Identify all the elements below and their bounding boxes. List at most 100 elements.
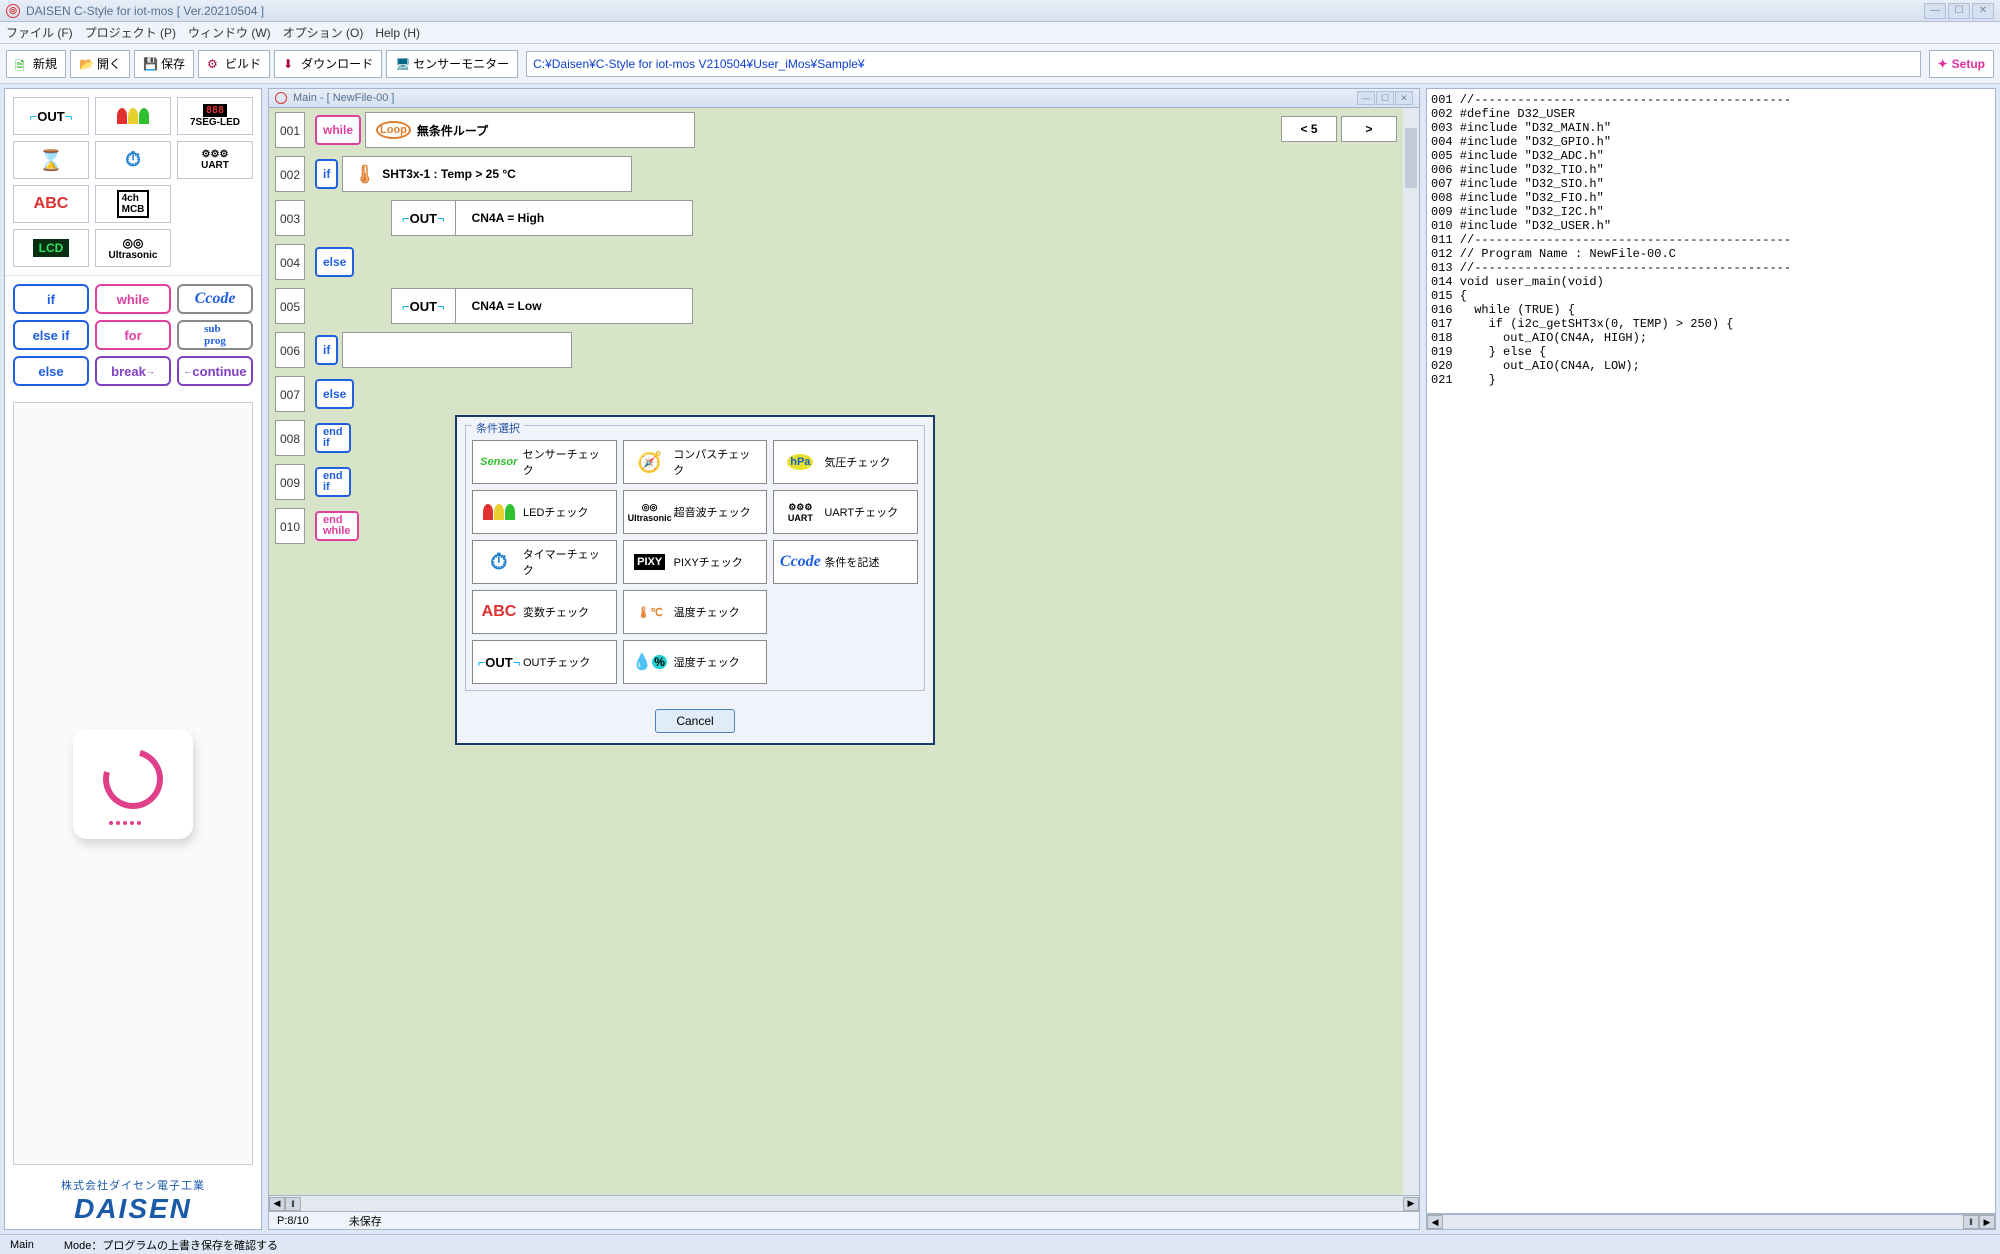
maximize-button[interactable]: ☐ xyxy=(1948,3,1970,19)
ctrl-break[interactable]: break→ xyxy=(95,356,171,386)
menu-window[interactable]: ウィンドウ (W) xyxy=(188,24,271,41)
palette-led[interactable] xyxy=(95,97,171,135)
path-field[interactable]: C:¥Daisen¥C-Style for iot-mos V210504¥Us… xyxy=(526,51,1921,77)
hscroll-step[interactable]: ‖ xyxy=(285,1197,301,1211)
seg7-icon: 888 xyxy=(203,104,227,117)
block-if[interactable]: if xyxy=(315,159,338,189)
dlg-ccode[interactable]: Ccode条件を記述 xyxy=(773,540,918,584)
nav-back[interactable]: < 5 xyxy=(1281,116,1337,142)
led-icon xyxy=(479,496,519,528)
build-button[interactable]: ⚙ビルド xyxy=(198,50,270,78)
dlg-temp[interactable]: 🌡℃温度チェック xyxy=(623,590,768,634)
block-endwhile[interactable]: end while xyxy=(315,511,359,541)
stopwatch-icon: ⏱ xyxy=(125,149,141,172)
ultrasonic-icon: ◎◎ xyxy=(123,236,144,250)
palette-hourglass[interactable]: ⌛ xyxy=(13,141,89,179)
dlg-sensor[interactable]: Sensorセンサーチェック xyxy=(472,440,617,484)
palette-timer[interactable]: ⏱ xyxy=(95,141,171,179)
save-icon: 💾 xyxy=(143,57,157,71)
dlg-pixy[interactable]: PIXYPIXYチェック xyxy=(623,540,768,584)
menu-option[interactable]: オプション (O) xyxy=(283,24,364,41)
ctrl-elseif[interactable]: else if xyxy=(13,320,89,350)
brand-jp: 株式会社ダイセン電子工業 xyxy=(13,1177,253,1193)
leds-icon xyxy=(117,108,149,124)
download-icon: ⬇ xyxy=(283,57,297,71)
palette-7seg[interactable]: 8887SEG-LED xyxy=(177,97,253,135)
menu-project[interactable]: プロジェクト (P) xyxy=(85,24,176,41)
block-out2[interactable]: ⌐OUT¬ CN4A = Low xyxy=(391,288,693,324)
block-endif[interactable]: end if xyxy=(315,423,351,453)
ctrl-for[interactable]: for xyxy=(95,320,171,350)
block-endif2[interactable]: end if xyxy=(315,467,351,497)
block-else2[interactable]: else xyxy=(315,379,354,409)
dlg-ultrasonic[interactable]: ◎◎Ultrasonic超音波チェック xyxy=(623,490,768,534)
pixy-icon: PIXY xyxy=(630,546,670,578)
hscroll-left[interactable]: ◀ xyxy=(269,1197,285,1211)
menu-file[interactable]: ファイル (F) xyxy=(6,24,73,41)
block-if-cond[interactable]: 🌡SHT3x-1 : Temp > 25 °C xyxy=(342,156,632,192)
code-view[interactable]: 001 //----------------------------------… xyxy=(1426,88,1996,1214)
palette-ultrasonic[interactable]: ◎◎Ultrasonic xyxy=(95,229,171,267)
dlg-uart[interactable]: ⚙⚙⚙UARTUARTチェック xyxy=(773,490,918,534)
dlg-out[interactable]: ⌐OUT¬OUTチェック xyxy=(472,640,617,684)
close-button[interactable]: ✕ xyxy=(1972,3,1994,19)
code-hscroll[interactable]: ◀ ‖ ▶ xyxy=(1426,1214,1996,1230)
palette-lcd[interactable]: LCD xyxy=(13,229,89,267)
status-position: P:8/10 xyxy=(277,1215,309,1227)
palette-uart[interactable]: ⚙⚙⚙UART xyxy=(177,141,253,179)
dlg-timer[interactable]: ⏱タイマーチェック xyxy=(472,540,617,584)
open-button[interactable]: 📂開く xyxy=(70,50,130,78)
status-bar: Main Mode：プログラムの上書き保存を確認する xyxy=(0,1234,2000,1254)
dlg-led[interactable]: LEDチェック xyxy=(472,490,617,534)
palette-out[interactable]: ⌐OUT¬ xyxy=(13,97,89,135)
uart-icon2: ⚙⚙⚙UART xyxy=(780,496,820,528)
sensor-monitor-button[interactable]: 🖥センサーモニター xyxy=(386,50,518,78)
setup-button[interactable]: ✦Setup xyxy=(1929,50,1994,78)
block-out1[interactable]: ⌐OUT¬ CN4A = High xyxy=(391,200,693,236)
ctrl-else[interactable]: else xyxy=(13,356,89,386)
ctrl-subprog[interactable]: sub prog xyxy=(177,320,253,350)
block-while[interactable]: while xyxy=(315,115,361,145)
palette-4chmcb[interactable]: 4ch MCB xyxy=(95,185,171,223)
ctrl-ccode[interactable]: Ccode xyxy=(177,284,253,314)
dlg-humidity[interactable]: 💧%湿度チェック xyxy=(623,640,768,684)
thermometer-icon: 🌡 xyxy=(353,164,376,185)
ctrl-continue[interactable]: ←continue xyxy=(177,356,253,386)
dlg-hpa[interactable]: hPa気圧チェック xyxy=(773,440,918,484)
cancel-button[interactable]: Cancel xyxy=(655,709,734,733)
device-preview xyxy=(13,402,253,1165)
block-if2-cond[interactable] xyxy=(342,332,572,368)
block-else[interactable]: else xyxy=(315,247,354,277)
new-button[interactable]: 🗎新規 xyxy=(6,50,66,78)
menu-help[interactable]: Help (H) xyxy=(375,26,420,40)
hscroll-right[interactable]: ▶ xyxy=(1403,1197,1419,1211)
flow-hscroll[interactable]: ◀ ‖ ▶ xyxy=(268,1196,1420,1212)
editor-maximize[interactable]: ☐ xyxy=(1376,91,1394,105)
brand: 株式会社ダイセン電子工業 DAISEN xyxy=(5,1173,261,1229)
setup-icon: ✦ xyxy=(1938,57,1948,71)
editor-close[interactable]: ✕ xyxy=(1395,91,1413,105)
ctrl-if[interactable]: if xyxy=(13,284,89,314)
menubar: ファイル (F) プロジェクト (P) ウィンドウ (W) オプション (O) … xyxy=(0,22,2000,44)
compass-icon: 🧭 xyxy=(630,446,670,478)
block-if2[interactable]: if xyxy=(315,335,338,365)
ctrl-while[interactable]: while xyxy=(95,284,171,314)
save-button[interactable]: 💾保存 xyxy=(134,50,194,78)
dialog-title: 条件選択 xyxy=(472,420,524,436)
flow-vscroll[interactable] xyxy=(1403,108,1419,1195)
palette-abc[interactable]: ABC xyxy=(13,185,89,223)
download-button[interactable]: ⬇ダウンロード xyxy=(274,50,382,78)
dlg-abc[interactable]: ABC変数チェック xyxy=(472,590,617,634)
nav-forward[interactable]: > xyxy=(1341,116,1397,142)
window-title: DAISEN C-Style for iot-mos [ Ver.2021050… xyxy=(26,4,1924,18)
palette-empty1 xyxy=(177,185,253,223)
dlg-compass[interactable]: 🧭コンパスチェック xyxy=(623,440,768,484)
right-panel: 001 //----------------------------------… xyxy=(1426,88,1996,1230)
block-loop[interactable]: Loop無条件ループ xyxy=(365,112,695,148)
minimize-button[interactable]: — xyxy=(1924,3,1946,19)
status-tab: Main xyxy=(10,1239,34,1251)
editor-minimize[interactable]: — xyxy=(1357,91,1375,105)
timer-icon: ⏱ xyxy=(479,546,519,578)
us-icon: ◎◎Ultrasonic xyxy=(630,496,670,528)
palette-empty2 xyxy=(177,229,253,267)
